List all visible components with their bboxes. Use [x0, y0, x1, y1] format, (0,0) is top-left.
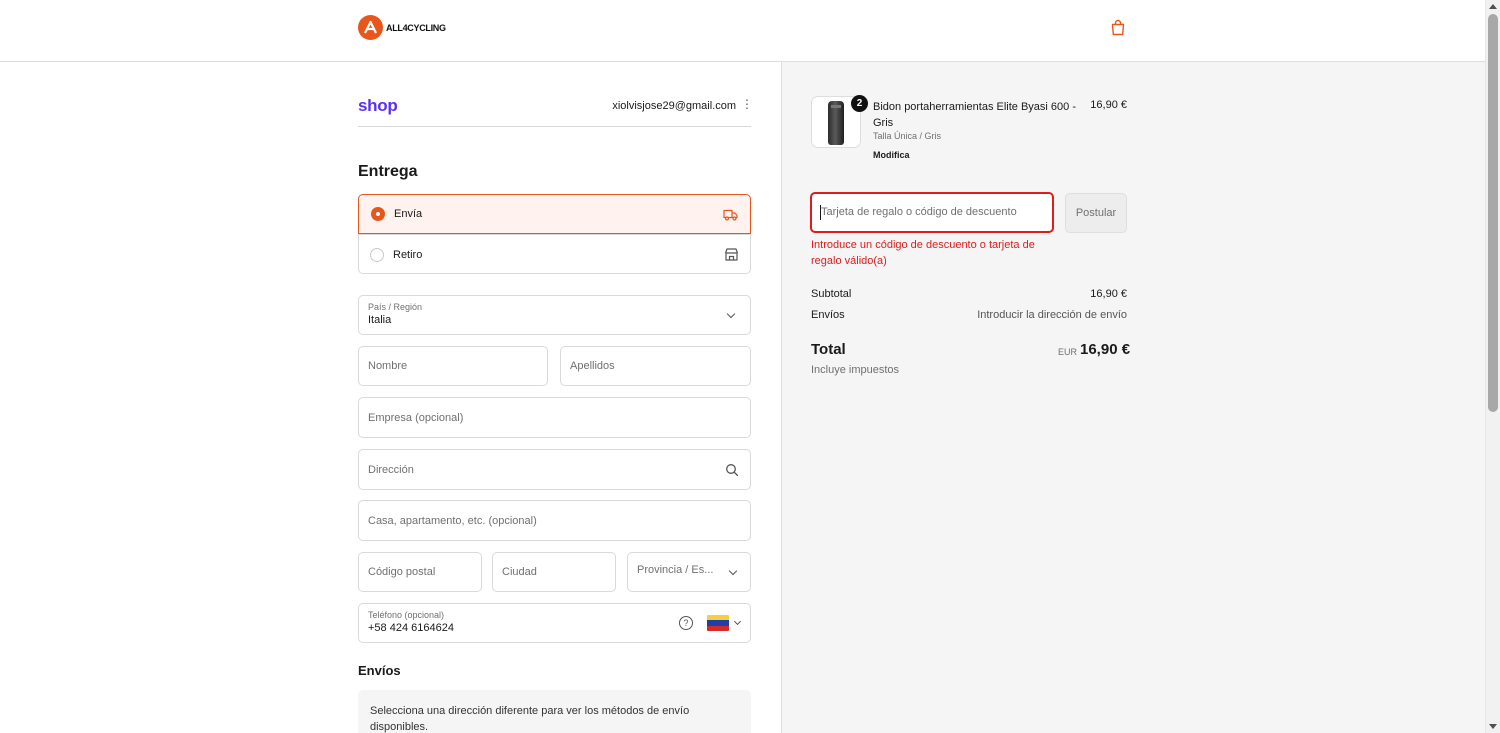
subtotal-value: 16,90 €: [1090, 288, 1127, 300]
discount-code-input[interactable]: Tarjeta de regalo o código de descuento: [810, 192, 1054, 233]
delivery-heading: Entrega: [358, 163, 418, 180]
province-select[interactable]: Provincia / Es...: [627, 552, 751, 592]
scroll-thumb[interactable]: [1488, 14, 1498, 412]
venezuela-flag-icon[interactable]: [707, 615, 729, 631]
shipping-cost-label: Envíos: [811, 309, 845, 321]
product-thumbnail: 2: [811, 95, 868, 148]
delivery-method-group: Envía Retiro: [358, 194, 751, 274]
store-icon: [724, 248, 739, 261]
country-value: Italia: [368, 314, 392, 326]
city-placeholder: Ciudad: [502, 566, 537, 578]
product-price: 16,90 €: [1090, 99, 1127, 111]
total-value: 16,90 €: [1080, 341, 1131, 358]
chevron-down-icon[interactable]: [733, 617, 742, 626]
shop-pay-logo: shop: [358, 96, 398, 115]
first-name-field[interactable]: Nombre: [358, 346, 548, 386]
company-field[interactable]: Empresa (opcional): [358, 397, 751, 438]
pickup-label: Retiro: [393, 248, 423, 261]
discount-placeholder: Tarjeta de regalo o código de descuento: [821, 206, 1017, 218]
phone-label: Teléfono (opcional): [368, 610, 445, 620]
product-name: Bidon portaherramientas Elite Byasi 600 …: [873, 101, 1076, 129]
last-name-field[interactable]: Apellidos: [560, 346, 751, 386]
subtotal-row: Subtotal 16,90 €: [811, 288, 1127, 300]
account-email: xiolvisjose29@gmail.com: [612, 100, 736, 112]
brand-logo-icon: [358, 15, 383, 40]
bottle-image-icon: [828, 101, 844, 145]
pickup-radio[interactable]: [370, 247, 384, 262]
quantity-badge: 2: [851, 95, 868, 112]
shopping-bag-icon[interactable]: [1110, 19, 1126, 36]
delivery-option-pickup[interactable]: Retiro: [358, 234, 751, 274]
shipping-heading: Envíos: [358, 663, 401, 678]
province-placeholder: Provincia / Es...: [637, 564, 714, 576]
address-placeholder: Dirección: [368, 463, 414, 476]
truck-icon: [723, 209, 738, 221]
search-icon[interactable]: [725, 463, 739, 477]
product-variant: Talla Única / Gris: [873, 131, 942, 141]
city-field[interactable]: Ciudad: [492, 552, 616, 592]
apartment-field[interactable]: Casa, apartamento, etc. (opcional): [358, 500, 751, 541]
address-field[interactable]: Dirección: [358, 449, 751, 490]
chevron-down-icon: [726, 309, 736, 319]
phone-value: +58 424 6164624: [368, 622, 454, 634]
order-item: 2 Bidon portaherramientas Elite Byasi 60…: [811, 95, 1127, 166]
total-label: Total: [811, 341, 846, 358]
ship-label: Envía: [394, 208, 423, 220]
country-select[interactable]: País / Región Italia: [358, 295, 751, 335]
scroll-up-icon[interactable]: [1489, 4, 1497, 9]
brand-logo[interactable]: ALL4CYCLING: [358, 15, 446, 40]
first-name-placeholder: Nombre: [368, 360, 408, 372]
site-header: ALL4CYCLING: [0, 0, 1485, 62]
modify-link[interactable]: Modifica: [873, 150, 910, 160]
ship-radio[interactable]: [371, 207, 385, 221]
shipping-cost-value: Introducir la dirección de envío: [977, 309, 1127, 321]
country-label: País / Región: [368, 302, 423, 312]
phone-field[interactable]: Teléfono (opcional) +58 424 6164624 ?: [358, 603, 751, 643]
subtotal-label: Subtotal: [811, 288, 852, 300]
total-currency: EUR: [1058, 347, 1078, 357]
discount-error-message: Introduce un código de descuento o tarje…: [811, 239, 1035, 267]
page-scrollbar[interactable]: [1485, 0, 1500, 733]
chevron-down-icon: [728, 566, 738, 576]
postal-code-placeholder: Código postal: [368, 566, 436, 578]
help-icon[interactable]: ?: [679, 616, 693, 630]
tax-note: Incluye impuestos: [811, 364, 900, 376]
more-options-icon[interactable]: ⋮: [741, 98, 753, 110]
delivery-option-ship[interactable]: Envía: [358, 194, 751, 234]
apply-discount-button[interactable]: Postular: [1065, 193, 1127, 233]
shop-account-row: shop xiolvisjose29@gmail.com ⋮: [358, 93, 753, 127]
company-placeholder: Empresa (opcional): [368, 411, 464, 424]
shipping-cost-row: Envíos Introducir la dirección de envío: [811, 309, 1127, 321]
scroll-down-icon[interactable]: [1489, 724, 1497, 729]
postal-code-field[interactable]: Código postal: [358, 552, 482, 592]
shipping-note: Selecciona una dirección diferente para …: [358, 690, 751, 733]
apartment-placeholder: Casa, apartamento, etc. (opcional): [368, 514, 537, 527]
brand-name: ALL4CYCLING: [386, 22, 446, 33]
last-name-placeholder: Apellidos: [570, 360, 615, 372]
